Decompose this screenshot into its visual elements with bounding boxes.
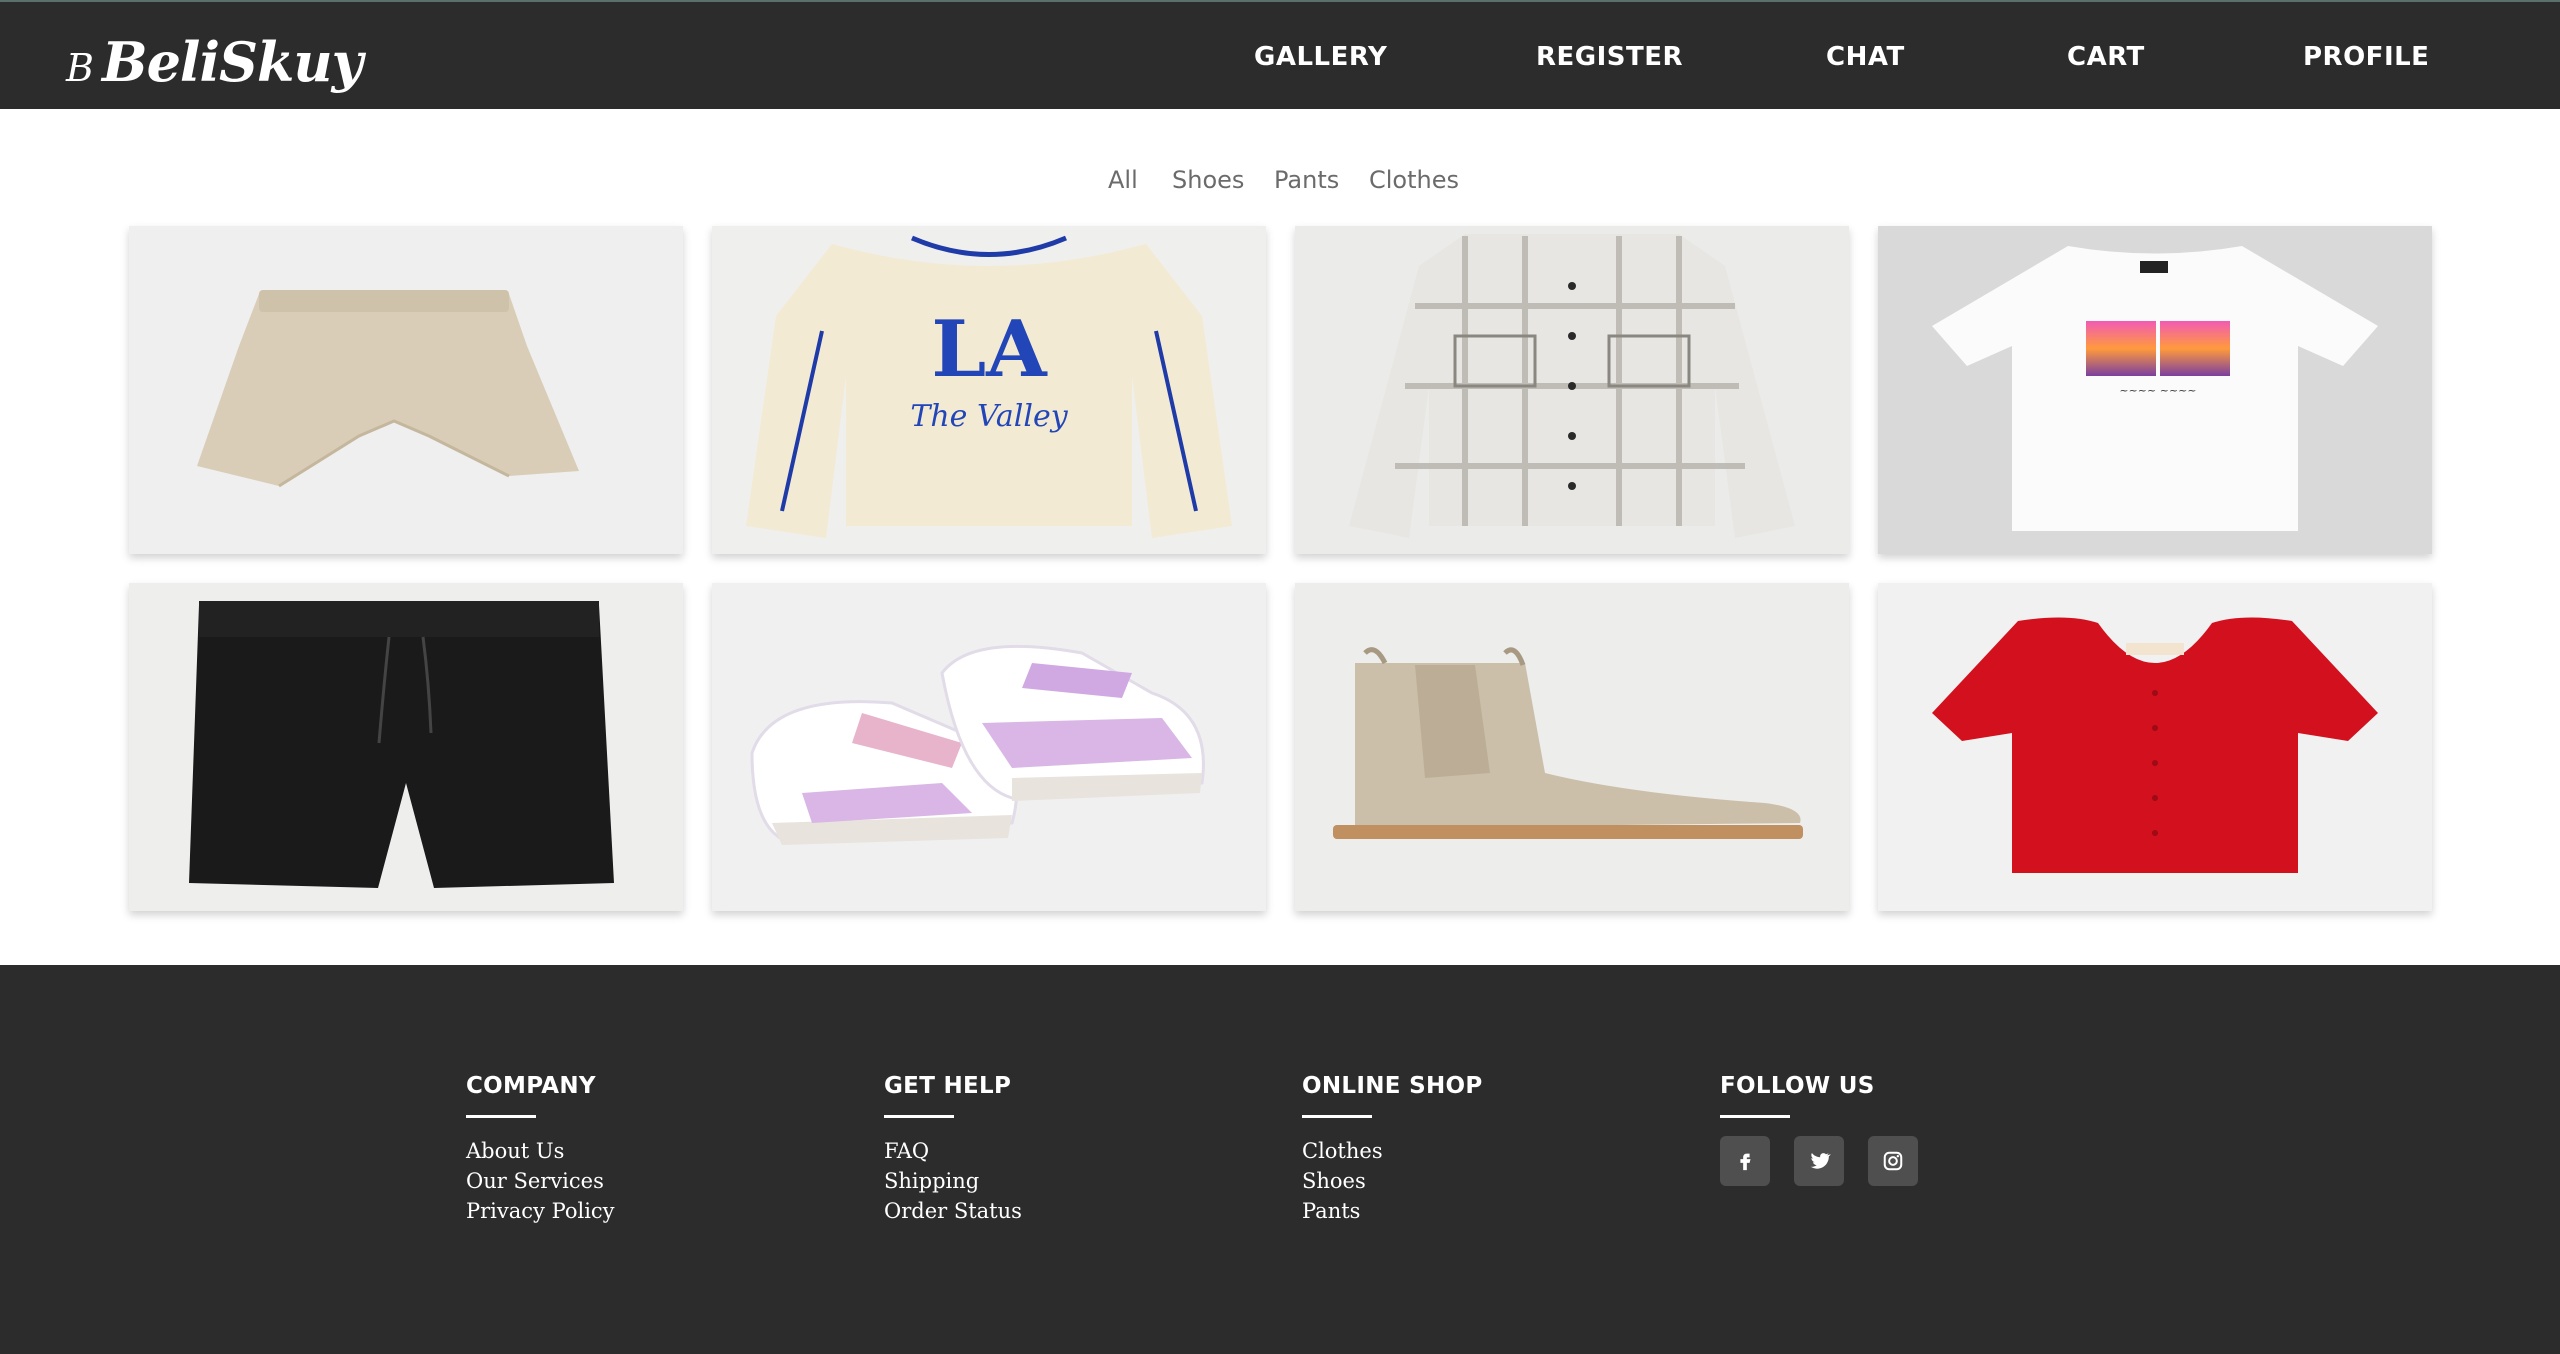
black-shorts-image: [129, 583, 683, 911]
footer-link-order-status[interactable]: Order Status: [884, 1196, 1022, 1226]
beige-shorts-image: [129, 226, 683, 554]
footer-shop: ONLINE SHOP Clothes Shoes Pants: [1302, 1073, 1483, 1226]
footer-link-services[interactable]: Our Services: [466, 1166, 615, 1196]
pink-sneakers-image: [712, 583, 1266, 911]
footer-link-faq[interactable]: FAQ: [884, 1136, 1022, 1166]
divider: [884, 1115, 954, 1118]
divider: [1720, 1115, 1790, 1118]
twitter-icon[interactable]: [1794, 1136, 1844, 1186]
instagram-icon[interactable]: [1868, 1136, 1918, 1186]
footer-company: COMPANY About Us Our Services Privacy Po…: [466, 1073, 615, 1226]
nav-register[interactable]: REGISTER: [1536, 42, 1683, 72]
nav-gallery[interactable]: GALLERY: [1254, 42, 1387, 72]
nav-cart[interactable]: CART: [2067, 42, 2145, 72]
product-card[interactable]: [1295, 226, 1849, 554]
product-card[interactable]: [1878, 583, 2432, 911]
footer-help: GET HELP FAQ Shipping Order Status: [884, 1073, 1022, 1226]
product-card[interactable]: [1295, 583, 1849, 911]
svg-text:LA: LA: [931, 304, 1048, 395]
product-card[interactable]: [129, 226, 683, 554]
filter-all[interactable]: All: [1108, 166, 1138, 194]
filter-shoes[interactable]: Shoes: [1172, 166, 1244, 194]
product-card[interactable]: LA The Valley: [712, 226, 1266, 554]
footer-shop-title: ONLINE SHOP: [1302, 1073, 1483, 1099]
nav-chat[interactable]: CHAT: [1826, 42, 1905, 72]
footer-link-clothes[interactable]: Clothes: [1302, 1136, 1483, 1166]
site-header: B BeliSkuy GALLERY REGISTER CHAT CART PRO…: [0, 2, 2560, 109]
footer-link-privacy[interactable]: Privacy Policy: [466, 1196, 615, 1226]
footer-follow-title: FOLLOW US: [1720, 1073, 1875, 1099]
nav-profile[interactable]: PROFILE: [2303, 42, 2429, 72]
footer-link-about[interactable]: About Us: [466, 1136, 615, 1166]
main-nav: GALLERY REGISTER CHAT CART PROFILE: [0, 42, 2560, 72]
beige-chelsea-boot-image: [1295, 583, 1849, 911]
divider: [1302, 1115, 1372, 1118]
red-crop-top-image: [1878, 583, 2432, 911]
svg-text:The Valley: The Valley: [910, 399, 1068, 434]
svg-text:~~~~ ~~~~: ~~~~ ~~~~: [2119, 384, 2196, 397]
product-card[interactable]: [129, 583, 683, 911]
footer-link-shoes[interactable]: Shoes: [1302, 1166, 1483, 1196]
footer-follow: FOLLOW US: [1720, 1073, 1918, 1186]
la-sweatshirt-image: LA The Valley: [712, 226, 1266, 554]
divider: [466, 1115, 536, 1118]
plaid-shirt-image: [1295, 226, 1849, 554]
footer-help-title: GET HELP: [884, 1073, 1012, 1099]
category-filters: All Shoes Pants Clothes: [0, 166, 2560, 200]
footer-company-title: COMPANY: [466, 1073, 596, 1099]
product-card[interactable]: [712, 583, 1266, 911]
filter-pants[interactable]: Pants: [1274, 166, 1339, 194]
social-links: [1720, 1136, 1918, 1186]
facebook-icon[interactable]: [1720, 1136, 1770, 1186]
site-footer: COMPANY About Us Our Services Privacy Po…: [0, 965, 2560, 1354]
white-tshirt-image: ~~~~ ~~~~: [1878, 226, 2432, 554]
filter-clothes[interactable]: Clothes: [1369, 166, 1459, 194]
footer-link-pants[interactable]: Pants: [1302, 1196, 1483, 1226]
product-card[interactable]: ~~~~ ~~~~: [1878, 226, 2432, 554]
footer-link-shipping[interactable]: Shipping: [884, 1166, 1022, 1196]
